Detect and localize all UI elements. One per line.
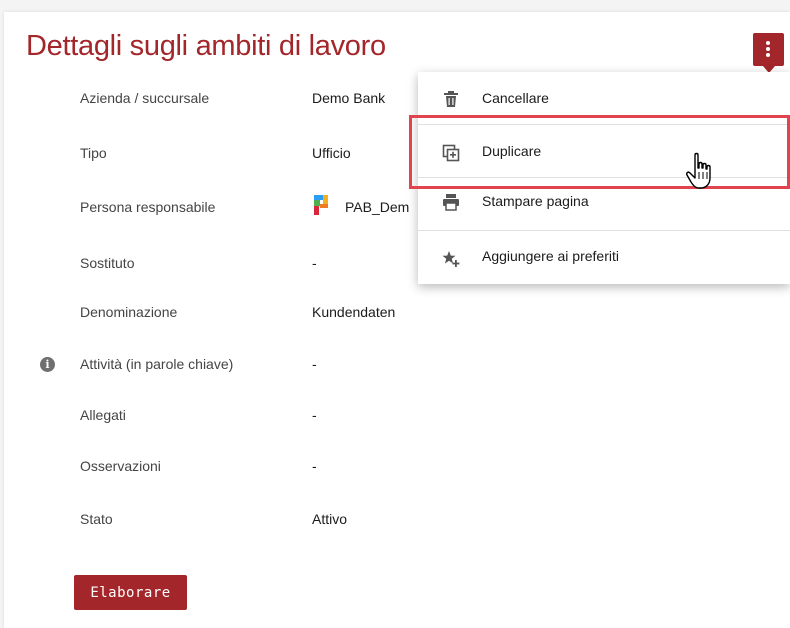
page-title: Dettagli sugli ambiti di lavoro [26, 30, 386, 62]
menu-item-favorite[interactable]: Aggiungere ai preferiti [418, 231, 790, 283]
edit-button[interactable]: Elaborare [74, 575, 187, 610]
detail-value: Demo Bank [312, 90, 386, 106]
detail-value: Kundendaten [312, 304, 396, 320]
detail-label: Stato [80, 511, 113, 527]
detail-label: Azienda / succursale [80, 90, 210, 106]
menu-item-print[interactable]: Stampare pagina [418, 178, 790, 230]
detail-value: - [312, 458, 317, 474]
trash-icon [444, 91, 458, 107]
menu-item-delete[interactable]: Cancellare [418, 72, 790, 124]
detail-label: Denominazione [80, 304, 178, 320]
actions-dropdown-menu: Cancellare Duplicare Stampare pagina Agg… [418, 72, 790, 284]
detail-label: Tipo [80, 145, 107, 161]
detail-value: - [312, 407, 317, 423]
star-add-icon [442, 251, 460, 267]
menu-item-duplicate[interactable]: Duplicare [418, 125, 790, 177]
kebab-vertical-icon [766, 41, 771, 59]
detail-value: - [312, 255, 317, 271]
detail-value: Ufficio [312, 145, 351, 161]
more-actions-button[interactable] [753, 33, 784, 73]
detail-value: - [312, 356, 317, 372]
info-icon[interactable]: i [40, 357, 55, 372]
detail-label: Persona responsabile [80, 199, 216, 215]
detail-label: Osservazioni [80, 458, 161, 474]
detail-row-allegati: Allegati - [0, 407, 780, 431]
detail-label: Attività (in parole chiave) [80, 356, 234, 372]
menu-item-label: Aggiungere ai preferiti [482, 248, 619, 264]
duplicate-icon [442, 144, 460, 162]
user-logo-icon [314, 195, 328, 215]
detail-row-denominazione: Denominazione Kundendaten [0, 304, 780, 328]
menu-item-label: Cancellare [482, 90, 549, 106]
detail-row-attivita: i Attività (in parole chiave) - [0, 356, 780, 380]
detail-row-stato: Stato Attivo [0, 511, 780, 535]
menu-item-label: Stampare pagina [482, 193, 589, 209]
detail-label: Allegati [80, 407, 126, 423]
detail-row-osservazioni: Osservazioni - [0, 458, 780, 482]
printer-icon [443, 194, 459, 211]
responsible-person-link[interactable]: PAB_Dem [345, 199, 409, 215]
menu-item-label: Duplicare [482, 143, 542, 159]
detail-label: Sostituto [80, 255, 135, 271]
detail-value: Attivo [312, 511, 348, 527]
